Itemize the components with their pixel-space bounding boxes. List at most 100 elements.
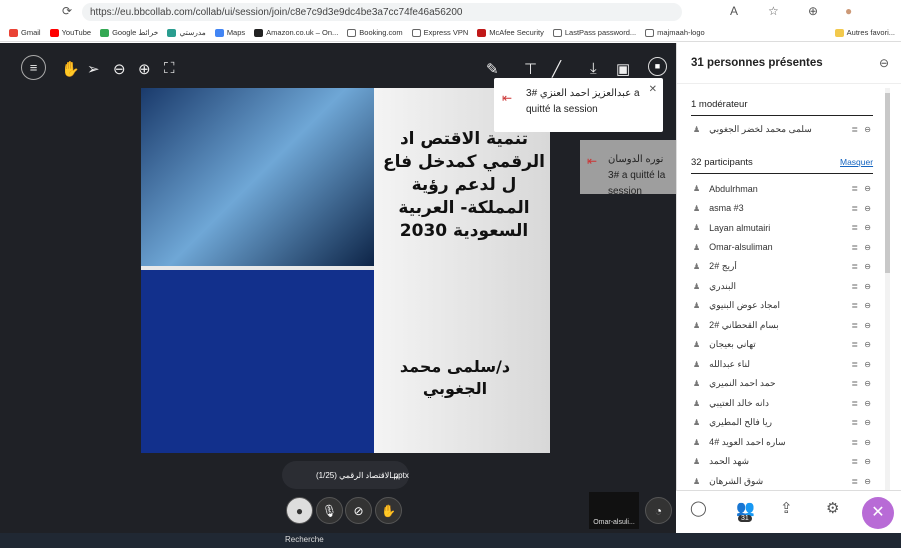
participant-row[interactable]: ♟ حمد احمد النميري ≣ ⊖ xyxy=(693,374,873,393)
clear-icon[interactable]: ▣ xyxy=(616,60,630,78)
download-icon[interactable]: ⤓ xyxy=(590,60,597,77)
options-icon[interactable]: ≣ ⊖ xyxy=(851,340,873,349)
close-panel-icon[interactable]: ✕ xyxy=(862,497,894,529)
participant-row[interactable]: ♟ دانه خالد العتيبي ≣ ⊖ xyxy=(693,394,873,413)
raise-hand-icon[interactable]: ✋ xyxy=(375,497,402,524)
participant-name: تهاني بعيجان xyxy=(709,339,756,349)
collapse-icon[interactable]: ⊖ xyxy=(879,56,889,70)
options-icon[interactable]: ≣ ⊖ xyxy=(851,360,873,369)
attendees-count-badge: 31 xyxy=(738,515,752,522)
my-status-avatar[interactable]: ● xyxy=(286,497,313,524)
options-icon[interactable]: ≣ ⊖ xyxy=(851,379,873,388)
reload-icon[interactable]: ⟳ xyxy=(62,4,72,18)
slide-pager[interactable]: (1/25) الاقتصاد الرقمي.pptx → xyxy=(282,461,409,489)
taskbar-search[interactable]: Recherche xyxy=(285,535,324,544)
session-menu-icon[interactable]: ◔ xyxy=(645,497,672,524)
chat-icon[interactable]: ◯ xyxy=(690,499,707,517)
zoom-in-icon[interactable]: ⊕ xyxy=(138,60,151,78)
leave-notification: ⇤ عبدالعزيز احمد العنزي #3 a quitté la s… xyxy=(494,78,663,132)
bookmark-maps[interactable]: Maps xyxy=(214,28,245,37)
hide-link[interactable]: Masquer xyxy=(840,157,873,167)
favorite-icon[interactable]: ☆ xyxy=(768,4,779,18)
fit-screen-icon[interactable]: ⛶ xyxy=(164,60,175,77)
options-icon[interactable]: ≣ ⊖ xyxy=(851,262,873,271)
participant-row[interactable]: ♟ تهاني بعيجان ≣ ⊖ xyxy=(693,335,873,354)
bookmark-google-maps-ar[interactable]: Google خرائط xyxy=(100,28,158,37)
participant-name: asma #3 xyxy=(709,203,744,213)
participant-row[interactable]: ♟ ريا فالح المطيري ≣ ⊖ xyxy=(693,413,873,432)
bookmark-mcafee[interactable]: McAfee Security xyxy=(477,28,544,37)
bookmark-booking[interactable]: Booking.com xyxy=(347,28,403,37)
participant-row[interactable]: ♟ شوق الشرهان ≣ ⊖ xyxy=(693,472,873,491)
participant-row[interactable]: ♟ asma #3 ≣ ⊖ xyxy=(693,199,873,218)
bookmark-amazon[interactable]: Amazon.co.uk – On... xyxy=(254,28,338,37)
profile-avatar-icon[interactable]: ● xyxy=(845,4,852,18)
close-icon[interactable]: ✕ xyxy=(649,82,657,98)
options-icon[interactable]: ≣ ⊖ xyxy=(851,301,873,310)
extensions-icon[interactable]: ⊕ xyxy=(808,4,818,18)
url-field[interactable]: https://eu.bbcollab.com/collab/ui/sessio… xyxy=(82,3,682,21)
participant-name: Layan almutairi xyxy=(709,222,771,233)
bookmark-express-vpn[interactable]: Express VPN xyxy=(411,28,468,37)
menu-icon[interactable]: ≡ xyxy=(21,55,46,80)
moderator-name: سلمى محمد لخضر الجغوبي xyxy=(709,124,812,134)
options-icon[interactable]: ≣ ⊖ xyxy=(851,418,873,427)
participant-row[interactable]: ♟ Abdulrhman ≣ ⊖ xyxy=(693,179,873,198)
bookmark-gmail[interactable]: Gmail xyxy=(9,28,41,37)
moderators-rule xyxy=(691,115,873,116)
participant-row[interactable]: ♟ شهد الحمد ≣ ⊖ xyxy=(693,452,873,471)
participant-row[interactable]: ♟ بسام القحطاني #2 ≣ ⊖ xyxy=(693,316,873,335)
text-tool-icon[interactable]: ⊤ xyxy=(524,60,537,78)
bookmark-youtube[interactable]: YouTube xyxy=(49,28,91,37)
options-icon[interactable]: ≣ ⊖ xyxy=(851,243,873,252)
user-icon: ♟ xyxy=(693,203,701,213)
pointer-icon[interactable]: ➢ xyxy=(87,60,100,78)
bookmark-lastpass[interactable]: LastPass password... xyxy=(552,28,636,37)
participant-row[interactable]: ♟ Layan almutairi ≣ ⊖ xyxy=(693,218,873,237)
participant-row[interactable]: ♟ لناء عبدالله ≣ ⊖ xyxy=(693,355,873,374)
user-icon: ♟ xyxy=(693,379,701,388)
moderator-row[interactable]: ♟ سلمى محمد لخضر الجغوبي ≣ ⊖ xyxy=(693,120,873,139)
participant-name: حمد احمد النميري xyxy=(709,378,776,388)
options-icon[interactable]: ≣ ⊖ xyxy=(851,399,873,408)
microphone-off-icon[interactable]: 🎙 xyxy=(316,497,343,524)
participant-row[interactable]: ♟ امجاد عوض البنيوي ≣ ⊖ xyxy=(693,296,873,315)
pen-tool-icon[interactable]: ✎ xyxy=(486,60,499,78)
options-icon[interactable]: ≣ ⊖ xyxy=(851,321,873,330)
line-tool-icon[interactable]: ╱ xyxy=(552,60,561,78)
options-icon[interactable]: ≣ ⊖ xyxy=(851,457,873,466)
settings-icon[interactable]: ⚙ xyxy=(826,499,839,517)
notification-text: عبدالعزيز احمد العنزي #3 a quitté la ses… xyxy=(526,88,640,115)
camera-off-icon[interactable]: ⊘ xyxy=(345,497,372,524)
stop-share-icon[interactable]: ■ xyxy=(648,57,667,76)
participant-row[interactable]: ♟ أريج #2 ≣ ⊖ xyxy=(693,257,873,276)
read-aloud-icon[interactable]: A xyxy=(730,4,738,18)
participant-name: أريج #2 xyxy=(709,261,737,271)
options-icon[interactable]: ≣ ⊖ xyxy=(851,125,873,134)
participant-name: شوق الشرهان xyxy=(709,475,764,486)
other-bookmarks[interactable]: Autres favori... xyxy=(834,28,895,37)
next-slide-icon[interactable]: → xyxy=(387,467,401,483)
options-icon[interactable]: ≣ ⊖ xyxy=(851,204,873,213)
bookmark-madrasati[interactable]: مدرستي xyxy=(167,28,206,37)
participant-row[interactable]: ♟ Omar-alsuliman ≣ ⊖ xyxy=(693,238,873,257)
participant-name: بسام القحطاني #2 xyxy=(709,319,779,330)
options-icon[interactable]: ≣ ⊖ xyxy=(851,184,873,193)
participant-name: دانه خالد العتيبي xyxy=(709,397,770,408)
exit-icon: ⇤ xyxy=(502,91,513,105)
panel-title: 31 personnes présentes xyxy=(691,57,823,69)
scrollbar[interactable] xyxy=(885,88,890,528)
participant-row[interactable]: ♟ ساره احمد العويد #4 ≣ ⊖ xyxy=(693,433,873,452)
participant-name: Omar-alsuliman xyxy=(709,242,773,252)
options-icon[interactable]: ≣ ⊖ xyxy=(851,438,873,447)
options-icon[interactable]: ≣ ⊖ xyxy=(851,223,873,232)
scrollbar-thumb[interactable] xyxy=(885,93,890,273)
pan-hand-icon[interactable]: ✋ xyxy=(61,60,80,78)
participant-row[interactable]: ♟ البندري ≣ ⊖ xyxy=(693,277,873,296)
participant-name: البندري xyxy=(709,280,736,291)
share-content-icon[interactable]: ⇪ xyxy=(780,499,793,517)
bookmark-majmaah[interactable]: majmaah-logo xyxy=(645,28,705,37)
options-icon[interactable]: ≣ ⊖ xyxy=(851,477,873,486)
zoom-out-icon[interactable]: ⊖ xyxy=(113,60,126,78)
options-icon[interactable]: ≣ ⊖ xyxy=(851,282,873,291)
